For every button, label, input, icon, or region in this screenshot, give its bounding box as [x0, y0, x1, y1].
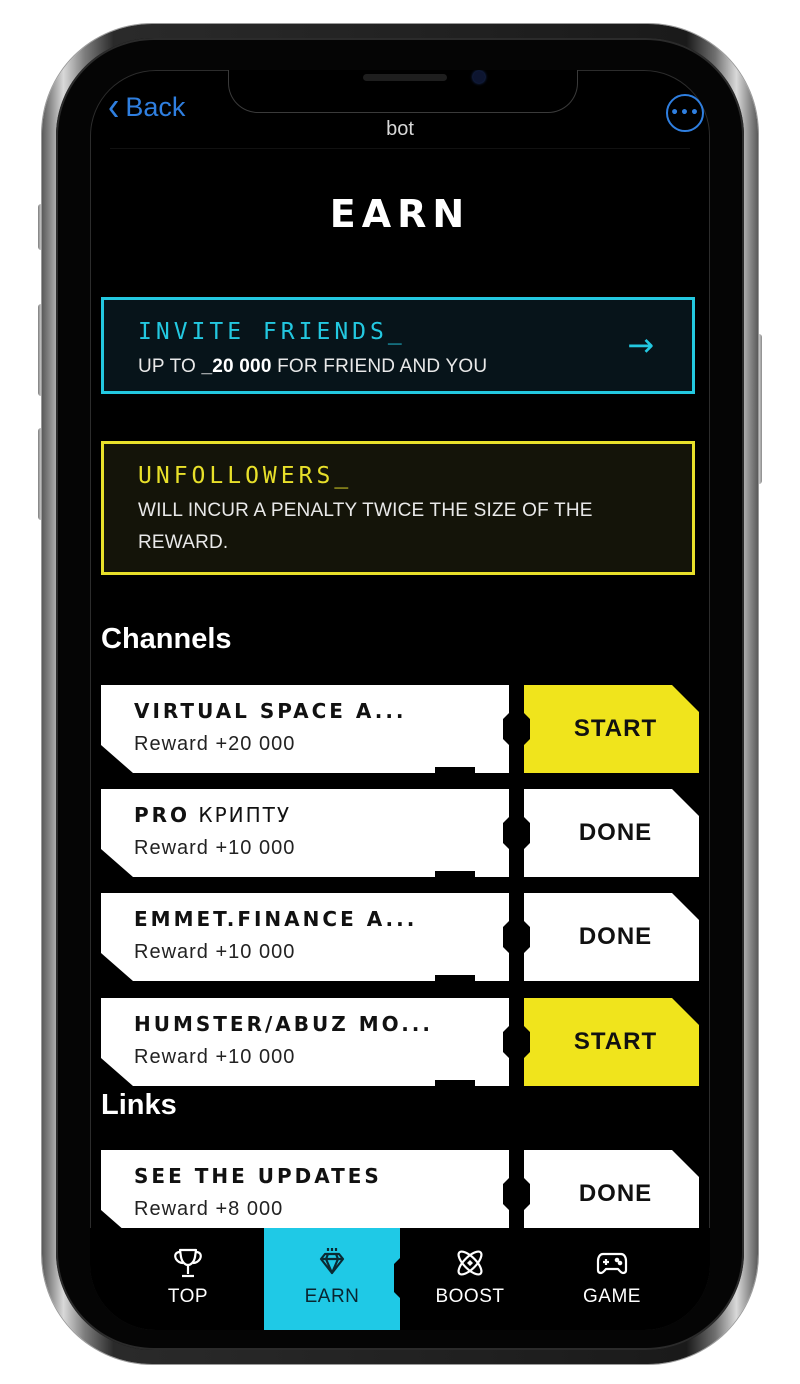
task-name-bold: PRO: [134, 803, 191, 827]
done-button[interactable]: DONE: [524, 789, 699, 877]
task-name: PRO КРИПТУ: [134, 803, 291, 827]
nav-tab-boost[interactable]: BOOST: [402, 1228, 538, 1330]
task-reward: Reward +10 000: [134, 941, 296, 963]
task-reward: Reward +8 000: [134, 1198, 284, 1220]
channel-task-row: PRO КРИПТУ Reward +10 000 DONE: [101, 789, 699, 877]
unfollowers-text: WILL INCUR A PENALTY TWICE THE SIZE OF T…: [138, 500, 593, 553]
done-button-label: DONE: [578, 819, 653, 846]
unfollowers-warning-banner: UNFOLLOWERS_ WILL INCUR A PENALTY TWICE …: [101, 441, 695, 575]
task-name-bold: SEE THE UPDATES: [134, 1164, 382, 1188]
invite-text-prefix: UP TO: [138, 356, 202, 377]
task-reward: Reward +10 000: [134, 1046, 296, 1068]
atom-icon: [457, 1250, 483, 1276]
start-button-label: START: [573, 1028, 658, 1055]
bot-title: bot: [386, 118, 414, 140]
task-name: EMMET.FINANCE A...: [134, 907, 417, 931]
nav-tab-earn[interactable]: EARN: [264, 1228, 400, 1330]
task-name: VIRTUAL SPACE A...: [134, 699, 407, 723]
task-card[interactable]: EMMET.FINANCE A... Reward +10 000: [101, 893, 509, 981]
unfollowers-title: UNFOLLOWERS_: [138, 463, 353, 489]
trophy-icon: [174, 1248, 202, 1278]
header-divider: [110, 148, 690, 149]
task-card[interactable]: HUMSTER/ABUZ MO... Reward +10 000: [101, 998, 509, 1086]
task-name-bold: HUMSTER/ABUZ MO...: [134, 1012, 433, 1036]
gamepad-icon: [596, 1252, 628, 1275]
task-name-light: КРИПТУ: [190, 803, 292, 827]
task-reward: Reward +20 000: [134, 733, 296, 755]
done-button-label: DONE: [578, 923, 653, 950]
task-card[interactable]: VIRTUAL SPACE A... Reward +20 000: [101, 685, 509, 773]
arrow-right-icon[interactable]: →: [627, 326, 654, 364]
start-button[interactable]: START: [524, 685, 699, 773]
nav-tab-game[interactable]: GAME: [544, 1228, 680, 1330]
nav-label-earn: EARN: [304, 1286, 360, 1307]
app-screen: ‹ Back bot ••• EARN INVITE FRIENDS_ UP T…: [90, 70, 710, 1330]
nav-tab-top[interactable]: TOP: [120, 1228, 256, 1330]
task-card[interactable]: PRO КРИПТУ Reward +10 000: [101, 789, 509, 877]
task-reward: Reward +10 000: [134, 837, 296, 859]
invite-friends-banner[interactable]: INVITE FRIENDS_ UP TO _20 000 FOR FRIEND…: [101, 297, 695, 394]
start-button-label: START: [573, 715, 658, 742]
phone-notch: [228, 70, 578, 113]
invite-text: UP TO _20 000 FOR FRIEND AND YOU: [138, 351, 658, 383]
front-camera: [473, 71, 485, 83]
done-button-label: DONE: [578, 1180, 653, 1207]
page-title: EARN: [329, 192, 471, 236]
invite-amount: _20 000: [201, 356, 272, 377]
task-name-bold: VIRTUAL SPACE A...: [134, 699, 407, 723]
done-button[interactable]: DONE: [524, 1150, 699, 1238]
task-name-bold: EMMET.FINANCE A...: [134, 907, 418, 931]
links-section-title: Links: [101, 1089, 177, 1121]
nav-label-boost: BOOST: [435, 1286, 505, 1307]
channels-section-title: Channels: [101, 623, 232, 655]
task-name: HUMSTER/ABUZ MO...: [134, 1012, 433, 1036]
channel-task-row: VIRTUAL SPACE A... Reward +20 000 START: [101, 685, 699, 773]
nav-label-top: TOP: [167, 1286, 209, 1307]
invite-text-suffix: FOR FRIEND AND YOU: [271, 356, 488, 377]
more-horizontal-icon: •••: [670, 105, 700, 121]
link-task-row: SEE THE UPDATES Reward +8 000 DONE: [101, 1150, 699, 1238]
more-button[interactable]: •••: [666, 94, 704, 132]
done-button[interactable]: DONE: [524, 893, 699, 981]
speaker-grille: [363, 74, 447, 81]
bottom-nav: TOP EARN BOOST GAME: [90, 1228, 710, 1330]
channel-task-row: HUMSTER/ABUZ MO... Reward +10 000 START: [101, 998, 699, 1086]
invite-title: INVITE FRIENDS_: [138, 319, 406, 345]
channel-task-row: EMMET.FINANCE A... Reward +10 000 DONE: [101, 893, 699, 981]
diamond-icon: [319, 1248, 345, 1275]
start-button[interactable]: START: [524, 998, 699, 1086]
task-card[interactable]: SEE THE UPDATES Reward +8 000: [101, 1150, 509, 1238]
nav-label-game: GAME: [583, 1286, 641, 1307]
task-name: SEE THE UPDATES: [134, 1164, 382, 1188]
